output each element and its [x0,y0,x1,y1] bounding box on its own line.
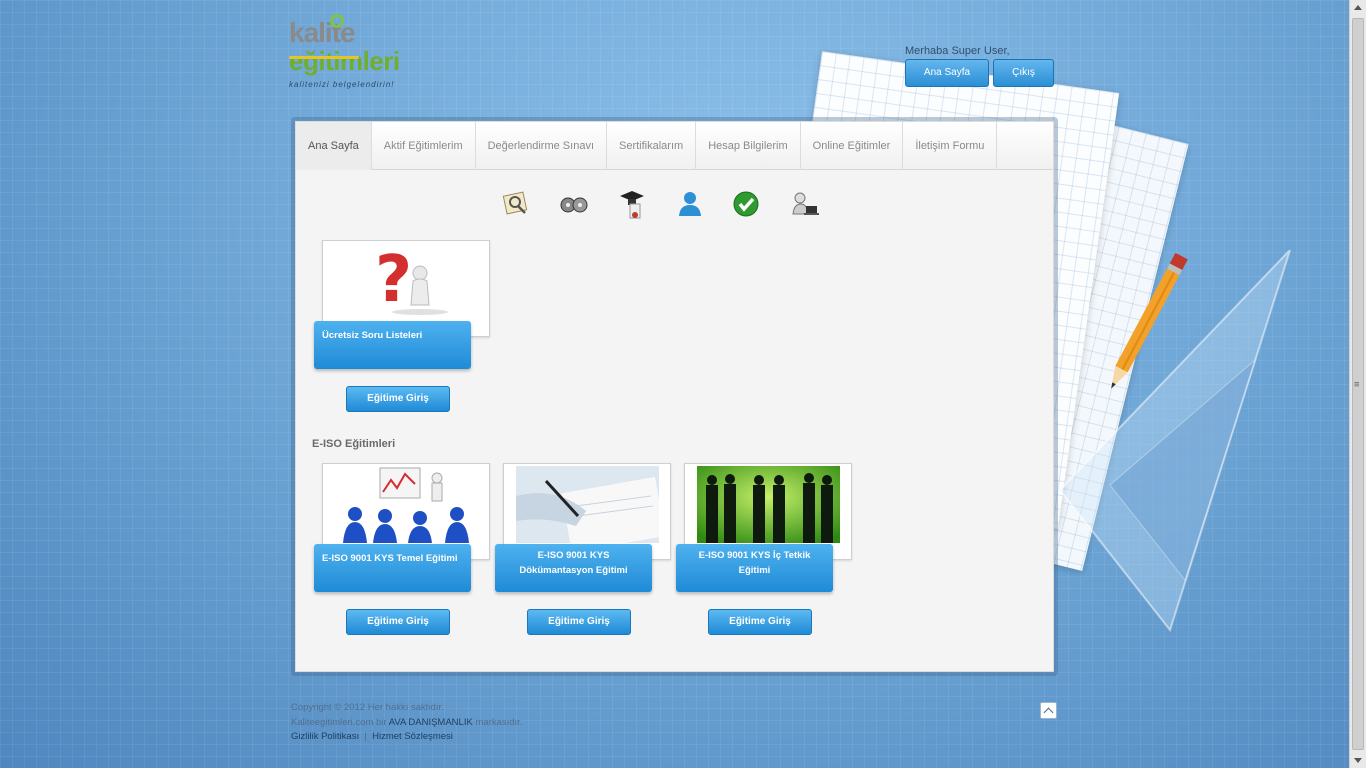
footer-links: Gizlilik Politikası | Hizmet Sözleşmesi [291,731,453,742]
tab-degerlendirme-sinavi[interactable]: Değerlendirme Sınavı [476,122,607,170]
copyright-text: Copyright © 2012 Her hakkı saklıdır. [291,702,444,713]
tab-aktif-egitimlerim[interactable]: Aktif Eğitimlerim [372,122,476,170]
logo-text-egitimleri: eğitimleri [289,46,400,76]
graduate-certificate-icon[interactable] [616,188,648,220]
question-mark-figure-image: ? [335,243,478,320]
site-logo[interactable]: kalite eğitimleri kalitenizi belgelendir… [289,14,424,103]
terms-of-service-link[interactable]: Hizmet Sözleşmesi [372,731,453,742]
vertical-scrollbar[interactable]: ≡ [1349,0,1366,768]
tab-sertifikalarim[interactable]: Sertifikalarım [607,122,697,170]
logo-tagline: kalitenizi belgelendirin! [289,80,395,89]
film-reels-icon[interactable] [558,188,590,220]
scroll-down-icon[interactable] [1354,758,1362,763]
support-operator-icon[interactable] [788,188,820,220]
course-card: E-ISO 9001 KYS Dökümantasyon Eğitimi Eği… [495,463,675,638]
tab-hesap-bilgilerim[interactable]: Hesap Bilgilerim [696,122,801,170]
home-button[interactable]: Ana Sayfa [905,59,989,87]
brand-name-link[interactable]: AVA DANIŞMANLIK [389,717,473,728]
scroll-up-icon[interactable] [1354,5,1362,10]
brand-suffix: markasıdır. [475,716,523,728]
scrollbar-grip-icon: ≡ [1354,380,1360,390]
card-title[interactable]: Ücretsiz Soru Listeleri [314,321,471,369]
section-title: E-ISO Eğitimleri [312,438,396,450]
logo-ring-icon [330,14,344,28]
business-silhouettes-image [697,466,840,543]
tab-online-egitimler[interactable]: Online Eğitimler [801,122,904,170]
svg-text:?: ? [375,243,412,317]
main-panel: Ana Sayfa Aktif Eğitimlerim Değerlendirm… [291,117,1058,676]
card-title[interactable]: E-ISO 9001 KYS Temel Eğitimi [314,544,471,592]
writing-hand-image [516,466,659,543]
enter-course-button[interactable]: Eğitime Giriş [708,609,812,635]
logo-swoosh [289,56,359,59]
pencil-decoration [1111,252,1188,389]
brand-prefix: Kaliteegitimleri.com bir [291,716,387,728]
tab-iletisim-formu[interactable]: İletişim Formu [903,122,998,170]
magnifier-document-icon[interactable] [500,188,532,220]
enter-course-button[interactable]: Eğitime Giriş [527,609,631,635]
tab-bar: Ana Sayfa Aktif Eğitimlerim Değerlendirm… [296,122,1053,170]
brand-line: Kaliteegitimleri.com bir AVA DANIŞMANLIK… [291,716,522,731]
privacy-policy-link[interactable]: Gizlilik Politikası [291,731,359,742]
logo-text-kalite: kalite [289,17,356,48]
presentation-audience-image [335,466,478,543]
card-title[interactable]: E-ISO 9001 KYS Dökümantasyon Eğitimi [495,544,652,592]
course-card: E-ISO 9001 KYS Temel Eğitimi Eğitime Gir… [314,463,494,638]
scroll-to-top-icon[interactable] [1040,702,1057,719]
card-title[interactable]: E-ISO 9001 KYS İç Tetkik Eğitimi [676,544,833,592]
enter-course-button[interactable]: Eğitime Giriş [346,609,450,635]
footer: Copyright © 2012 Her hakkı saklıdır. Kal… [291,701,522,745]
course-card: E-ISO 9001 KYS İç Tetkik Eğitimi Eğitime… [676,463,856,638]
checkmark-icon[interactable] [730,188,762,220]
tab-ana-sayfa[interactable]: Ana Sayfa [296,122,372,170]
enter-course-button[interactable]: Eğitime Giriş [346,386,450,412]
quick-icon-bar [296,188,1053,224]
main-content: Ana Sayfa Aktif Eğitimlerim Değerlendirm… [295,121,1054,672]
user-icon[interactable] [674,188,706,220]
logout-button[interactable]: Çıkış [993,59,1054,87]
user-greeting: Merhaba Super User, [905,45,1010,57]
course-card: ? Ücretsiz Soru Listeleri Eğitime Giriş [314,240,494,415]
